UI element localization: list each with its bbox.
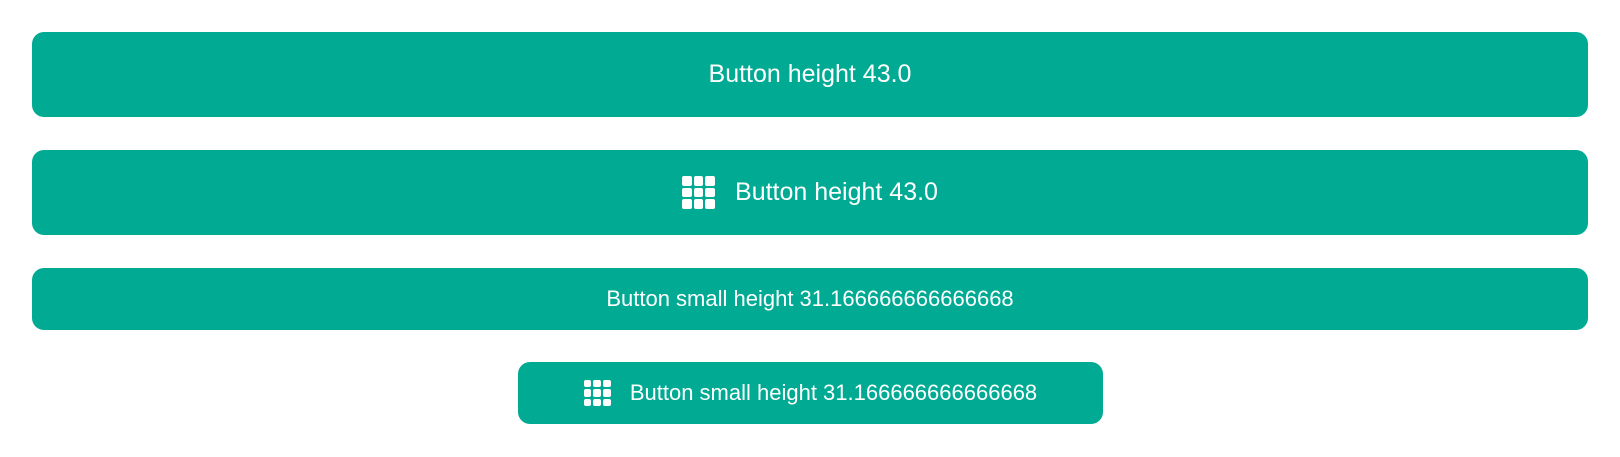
button-small-with-icon[interactable]: Button small height 31.166666666666668 — [518, 362, 1103, 424]
grid-icon — [682, 176, 716, 209]
button-label: Button small height 31.166666666666668 — [629, 380, 1038, 405]
button-large-with-icon[interactable]: Button height 43.0 — [32, 150, 1588, 235]
grid-icon — [583, 379, 611, 407]
button-small-plain[interactable]: Button small height 31.166666666666668 — [32, 268, 1588, 330]
button-large-plain[interactable]: Button height 43.0 — [32, 32, 1588, 117]
button-label: Button height 43.0 — [708, 60, 912, 88]
button-label: Button height 43.0 — [735, 178, 938, 206]
button-label: Button small height 31.166666666666668 — [606, 286, 1014, 311]
